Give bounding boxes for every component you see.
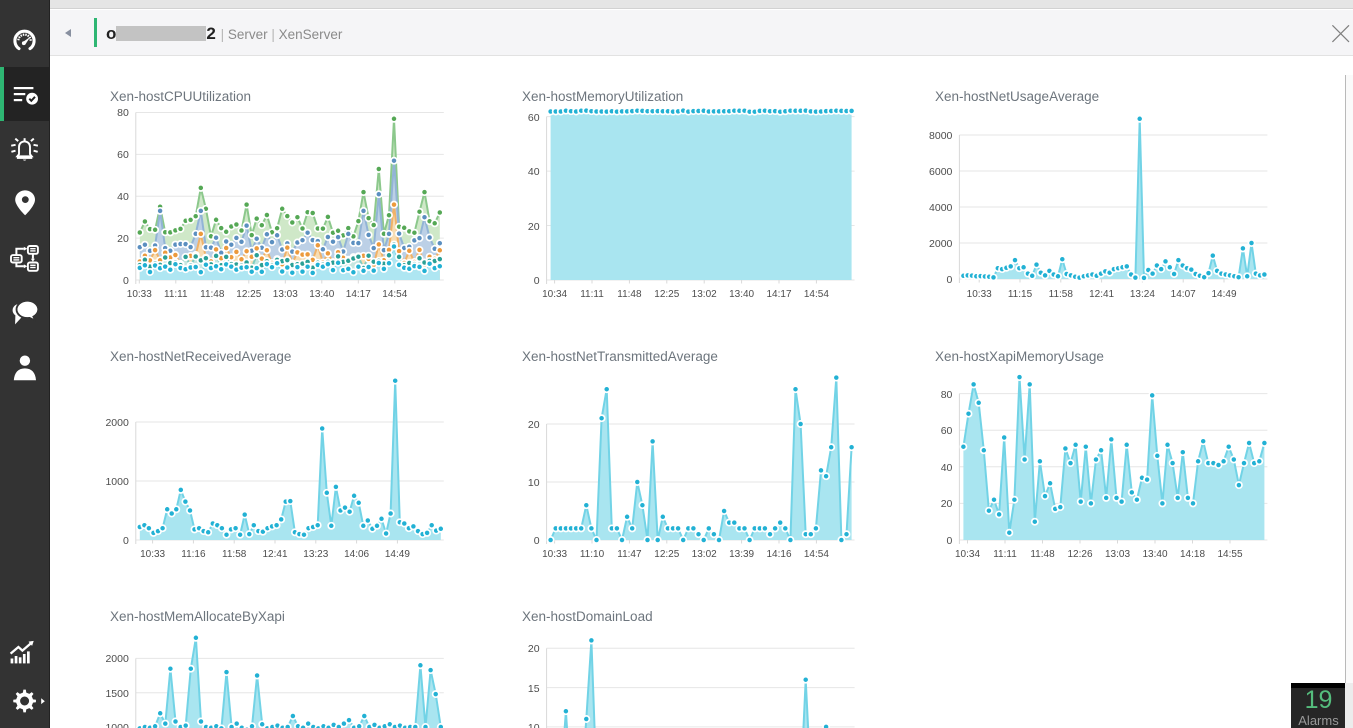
svg-text:10:33: 10:33: [542, 549, 567, 560]
svg-text:6000: 6000: [929, 166, 953, 178]
svg-text:40: 40: [117, 191, 129, 203]
svg-text:20: 20: [528, 643, 540, 655]
svg-text:20: 20: [528, 221, 540, 233]
svg-text:13:24: 13:24: [1130, 289, 1155, 300]
svg-text:14:06: 14:06: [344, 549, 369, 560]
svg-text:11:47: 11:47: [617, 549, 642, 560]
svg-text:2000: 2000: [105, 417, 129, 429]
svg-text:1000: 1000: [105, 722, 129, 728]
svg-text:10:34: 10:34: [542, 289, 567, 300]
svg-text:60: 60: [941, 425, 953, 437]
svg-text:Xen-hostNetTransmittedAverage: Xen-hostNetTransmittedAverage: [522, 349, 718, 364]
svg-text:11:15: 11:15: [1008, 289, 1033, 300]
svg-text:4000: 4000: [929, 202, 953, 214]
svg-text:12:26: 12:26: [1067, 549, 1092, 560]
svg-text:0: 0: [534, 275, 540, 287]
svg-text:0: 0: [947, 274, 953, 286]
svg-text:Xen-hostMemAllocateByXapi: Xen-hostMemAllocateByXapi: [110, 609, 285, 624]
svg-text:10:33: 10:33: [127, 289, 152, 300]
svg-text:0: 0: [123, 535, 129, 547]
svg-text:11:58: 11:58: [1049, 289, 1074, 300]
svg-text:12:25: 12:25: [654, 549, 679, 560]
svg-text:12:25: 12:25: [654, 289, 679, 300]
svg-text:60: 60: [528, 112, 540, 124]
svg-text:13:23: 13:23: [303, 549, 328, 560]
svg-text:11:11: 11:11: [993, 549, 1017, 560]
svg-text:1000: 1000: [105, 476, 129, 488]
svg-text:13:03: 13:03: [273, 289, 298, 300]
svg-text:80: 80: [117, 107, 129, 119]
svg-text:14:49: 14:49: [1211, 289, 1236, 300]
svg-text:13:03: 13:03: [1105, 549, 1130, 560]
svg-text:11:58: 11:58: [222, 549, 247, 560]
svg-text:14:17: 14:17: [766, 289, 791, 300]
svg-text:14:54: 14:54: [804, 289, 829, 300]
svg-text:11:10: 11:10: [580, 549, 605, 560]
svg-text:11:16: 11:16: [181, 549, 206, 560]
svg-text:11:11: 11:11: [164, 289, 188, 300]
svg-text:Xen-hostMemoryUtilization: Xen-hostMemoryUtilization: [522, 89, 683, 104]
svg-text:11:48: 11:48: [617, 289, 642, 300]
svg-text:14:16: 14:16: [766, 549, 791, 560]
svg-text:11:11: 11:11: [580, 289, 604, 300]
svg-text:12:25: 12:25: [236, 289, 261, 300]
svg-text:2000: 2000: [929, 238, 953, 250]
svg-text:13:02: 13:02: [692, 549, 717, 560]
svg-text:10: 10: [528, 477, 540, 489]
svg-text:15: 15: [528, 683, 540, 695]
svg-text:40: 40: [941, 462, 953, 474]
svg-text:0: 0: [947, 535, 953, 547]
svg-text:20: 20: [528, 419, 540, 431]
svg-text:8000: 8000: [929, 130, 953, 142]
svg-text:14:55: 14:55: [1217, 549, 1242, 560]
svg-text:11:48: 11:48: [200, 289, 225, 300]
svg-text:13:40: 13:40: [309, 289, 334, 300]
svg-text:14:18: 14:18: [1180, 549, 1205, 560]
svg-text:14:17: 14:17: [346, 289, 371, 300]
svg-text:0: 0: [534, 535, 540, 547]
svg-text:14:07: 14:07: [1171, 289, 1196, 300]
svg-text:13:40: 13:40: [729, 289, 754, 300]
svg-text:13:40: 13:40: [1142, 549, 1167, 560]
svg-text:20: 20: [117, 233, 129, 245]
svg-text:Xen-hostXapiMemoryUsage: Xen-hostXapiMemoryUsage: [935, 349, 1104, 364]
svg-text:14:54: 14:54: [382, 289, 407, 300]
svg-text:10: 10: [528, 722, 540, 728]
svg-text:Xen-hostCPUUtilization: Xen-hostCPUUtilization: [110, 89, 251, 104]
svg-text:0: 0: [123, 275, 129, 287]
svg-text:1500: 1500: [105, 688, 129, 700]
svg-text:10:33: 10:33: [140, 549, 165, 560]
svg-text:2000: 2000: [105, 653, 129, 665]
svg-text:12:41: 12:41: [262, 549, 287, 560]
svg-text:13:02: 13:02: [692, 289, 717, 300]
svg-text:Xen-hostNetUsageAverage: Xen-hostNetUsageAverage: [935, 89, 1099, 104]
svg-text:20: 20: [941, 498, 953, 510]
svg-text:13:39: 13:39: [729, 549, 754, 560]
svg-text:14:49: 14:49: [385, 549, 410, 560]
svg-text:12:41: 12:41: [1089, 289, 1114, 300]
svg-text:60: 60: [117, 149, 129, 161]
svg-text:10:34: 10:34: [955, 549, 980, 560]
svg-text:Xen-hostNetReceivedAverage: Xen-hostNetReceivedAverage: [110, 349, 291, 364]
svg-text:14:54: 14:54: [804, 549, 829, 560]
svg-text:Xen-hostDomainLoad: Xen-hostDomainLoad: [522, 609, 653, 624]
svg-text:80: 80: [941, 389, 953, 401]
svg-text:11:48: 11:48: [1030, 549, 1055, 560]
svg-text:40: 40: [528, 166, 540, 178]
svg-text:10:33: 10:33: [967, 289, 992, 300]
